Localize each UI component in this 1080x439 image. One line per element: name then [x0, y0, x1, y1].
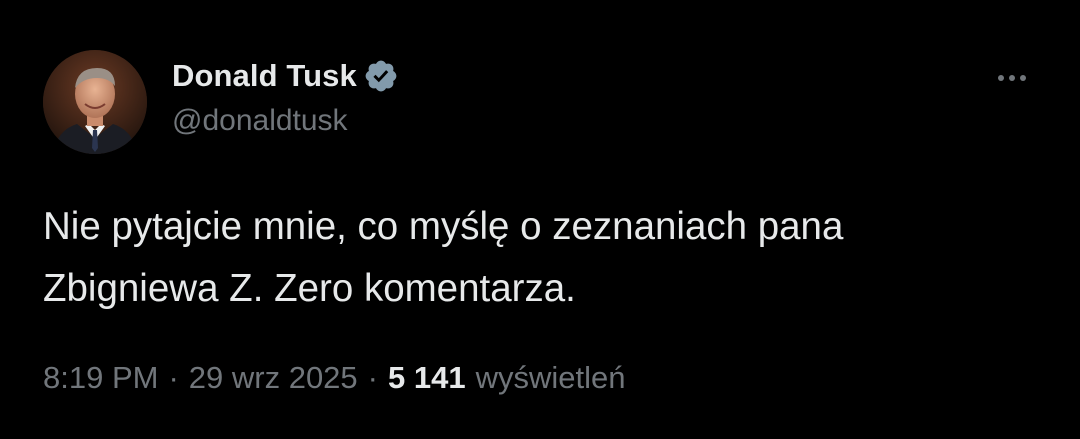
- display-name[interactable]: Donald Tusk: [172, 58, 357, 94]
- name-row: Donald Tusk: [172, 56, 399, 96]
- handle[interactable]: @donaldtusk: [172, 104, 399, 138]
- views-label: wyświetleń: [475, 360, 626, 395]
- separator: ·: [367, 360, 378, 395]
- tweet-text: Nie pytajcie mnie, co myślę o zeznaniach…: [43, 205, 844, 310]
- avatar[interactable]: [43, 50, 147, 154]
- more-options-button[interactable]: [988, 58, 1036, 98]
- more-horizontal-icon: [1009, 75, 1015, 81]
- tweet-date[interactable]: 29 wrz 2025: [189, 360, 358, 396]
- views-count[interactable]: 5 141: [388, 360, 466, 396]
- verified-badge-icon[interactable]: [363, 58, 399, 94]
- author-info: Donald Tusk @donaldtusk: [172, 56, 399, 138]
- separator: ·: [168, 360, 179, 395]
- tweet: Donald Tusk @donaldtusk Nie pytajcie mni…: [0, 0, 1080, 439]
- more-horizontal-icon: [1020, 75, 1026, 81]
- tweet-meta: 8:19 PM · 29 wrz 2025 · 5 141 wyświetleń: [43, 360, 625, 396]
- avatar-photo: [43, 50, 147, 154]
- tweet-time[interactable]: 8:19 PM: [43, 360, 158, 396]
- more-horizontal-icon: [998, 75, 1004, 81]
